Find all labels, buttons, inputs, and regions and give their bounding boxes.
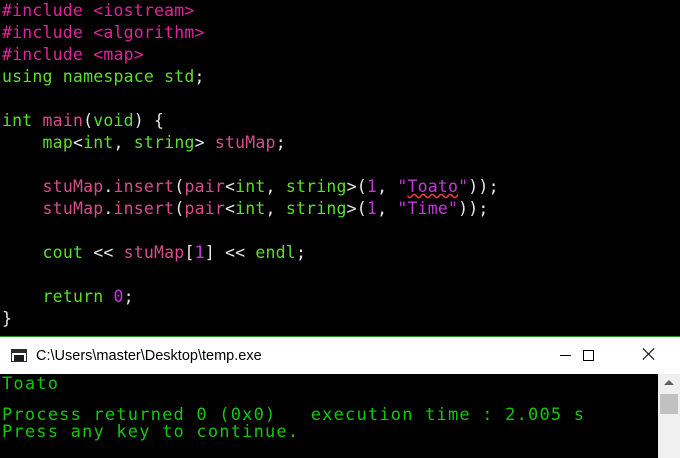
- code-token: <: [225, 177, 236, 196]
- code-token: stuMap: [214, 133, 276, 152]
- code-token: void: [93, 111, 134, 130]
- code-token: <: [225, 199, 236, 218]
- code-token: ;: [275, 133, 286, 152]
- code-token: using namespace std: [2, 67, 195, 86]
- code-editor[interactable]: #include <iostream> #include <algorithm> #…: [0, 0, 680, 336]
- code-token: >(: [346, 199, 367, 218]
- code-token: #include <algorithm>: [2, 23, 205, 42]
- close-button[interactable]: [626, 337, 672, 373]
- code-token: >(: [346, 177, 367, 196]
- code-token: stuMap: [123, 243, 185, 262]
- console-window[interactable]: C:\Users\master\Desktop\temp.exe Toato P…: [0, 336, 680, 458]
- code-token: >: [194, 133, 215, 152]
- close-icon: [642, 347, 656, 361]
- code-token: (: [174, 199, 185, 218]
- code-token: ": [458, 177, 469, 196]
- code-token: return: [42, 287, 114, 306]
- code-token: ,: [377, 199, 398, 218]
- code-token: ,: [377, 177, 398, 196]
- scroll-up-icon[interactable]: [658, 374, 680, 392]
- code-line: #include <algorithm>: [2, 22, 205, 44]
- code-token: ,: [113, 133, 134, 152]
- code-token: #include <iostream>: [2, 1, 195, 20]
- code-token: }: [2, 309, 13, 328]
- code-token: ) {: [133, 111, 165, 130]
- console-output: Toato Process returned 0 (0x0) execution…: [0, 374, 658, 458]
- code-line: using namespace std;: [2, 66, 205, 88]
- code-token: <: [72, 133, 84, 152]
- code-token: string: [285, 199, 347, 218]
- code-token: 1: [366, 177, 378, 196]
- code-line: #include <map>: [2, 44, 144, 66]
- code-line: cout << stuMap[1] << endl;: [2, 242, 306, 264]
- code-token: ": [397, 177, 408, 196]
- code-token: <<: [83, 243, 124, 262]
- output-line: Press any key to continue.: [2, 422, 300, 442]
- code-token: insert: [113, 199, 175, 218]
- maximize-icon: [583, 350, 594, 361]
- code-token: ;: [123, 287, 134, 306]
- code-token: "Time": [397, 199, 459, 218]
- code-token: pair: [184, 177, 225, 196]
- code-token: insert: [113, 177, 175, 196]
- scroll-thumb[interactable]: [660, 394, 678, 414]
- code-token: string: [133, 133, 195, 152]
- code-token: 1: [366, 199, 378, 218]
- console-titlebar[interactable]: C:\Users\master\Desktop\temp.exe: [0, 336, 680, 374]
- code-token: int: [235, 177, 266, 196]
- code-token: 1: [194, 243, 205, 262]
- code-token: pair: [184, 199, 225, 218]
- code-line: }: [2, 308, 12, 330]
- code-token: .: [103, 177, 114, 196]
- code-line: int main(void) {: [2, 110, 164, 132]
- code-token: .: [103, 199, 114, 218]
- code-line: stuMap.insert(pair<int, string>(1, "Toat…: [2, 176, 499, 198]
- code-token: ));: [468, 177, 499, 196]
- code-line: stuMap.insert(pair<int, string>(1, "Time…: [2, 198, 489, 220]
- console-title: C:\Users\master\Desktop\temp.exe: [36, 348, 262, 364]
- code-token: ;: [295, 243, 307, 262]
- code-token: 0: [113, 287, 124, 306]
- console-app-icon: [11, 349, 27, 362]
- code-line: #include <iostream>: [2, 0, 195, 22]
- code-token: ] <<: [204, 243, 256, 262]
- code-token: int: [235, 199, 266, 218]
- code-token: map: [42, 133, 73, 152]
- code-token: [: [184, 243, 195, 262]
- code-token: (: [174, 177, 185, 196]
- console-scrollbar[interactable]: [658, 374, 680, 458]
- code-token: int: [2, 111, 43, 130]
- code-token: stuMap: [42, 199, 104, 218]
- code-token: ));: [458, 199, 489, 218]
- code-token: (: [83, 111, 94, 130]
- code-token: main: [42, 111, 84, 130]
- code-token: string: [285, 177, 347, 196]
- output-line: Toato: [2, 374, 60, 394]
- code-token: ,: [265, 177, 286, 196]
- code-token: Toato: [407, 177, 459, 196]
- code-token: cout: [42, 243, 84, 262]
- maximize-button[interactable]: [566, 337, 612, 373]
- code-token: int: [83, 133, 114, 152]
- code-token: endl: [255, 243, 296, 262]
- code-line: return 0;: [2, 286, 134, 308]
- code-token: ,: [265, 199, 286, 218]
- code-token: ;: [194, 67, 205, 86]
- code-line: map<int, string> stuMap;: [2, 132, 286, 154]
- code-token: stuMap: [42, 177, 104, 196]
- code-token: #include <map>: [2, 45, 144, 64]
